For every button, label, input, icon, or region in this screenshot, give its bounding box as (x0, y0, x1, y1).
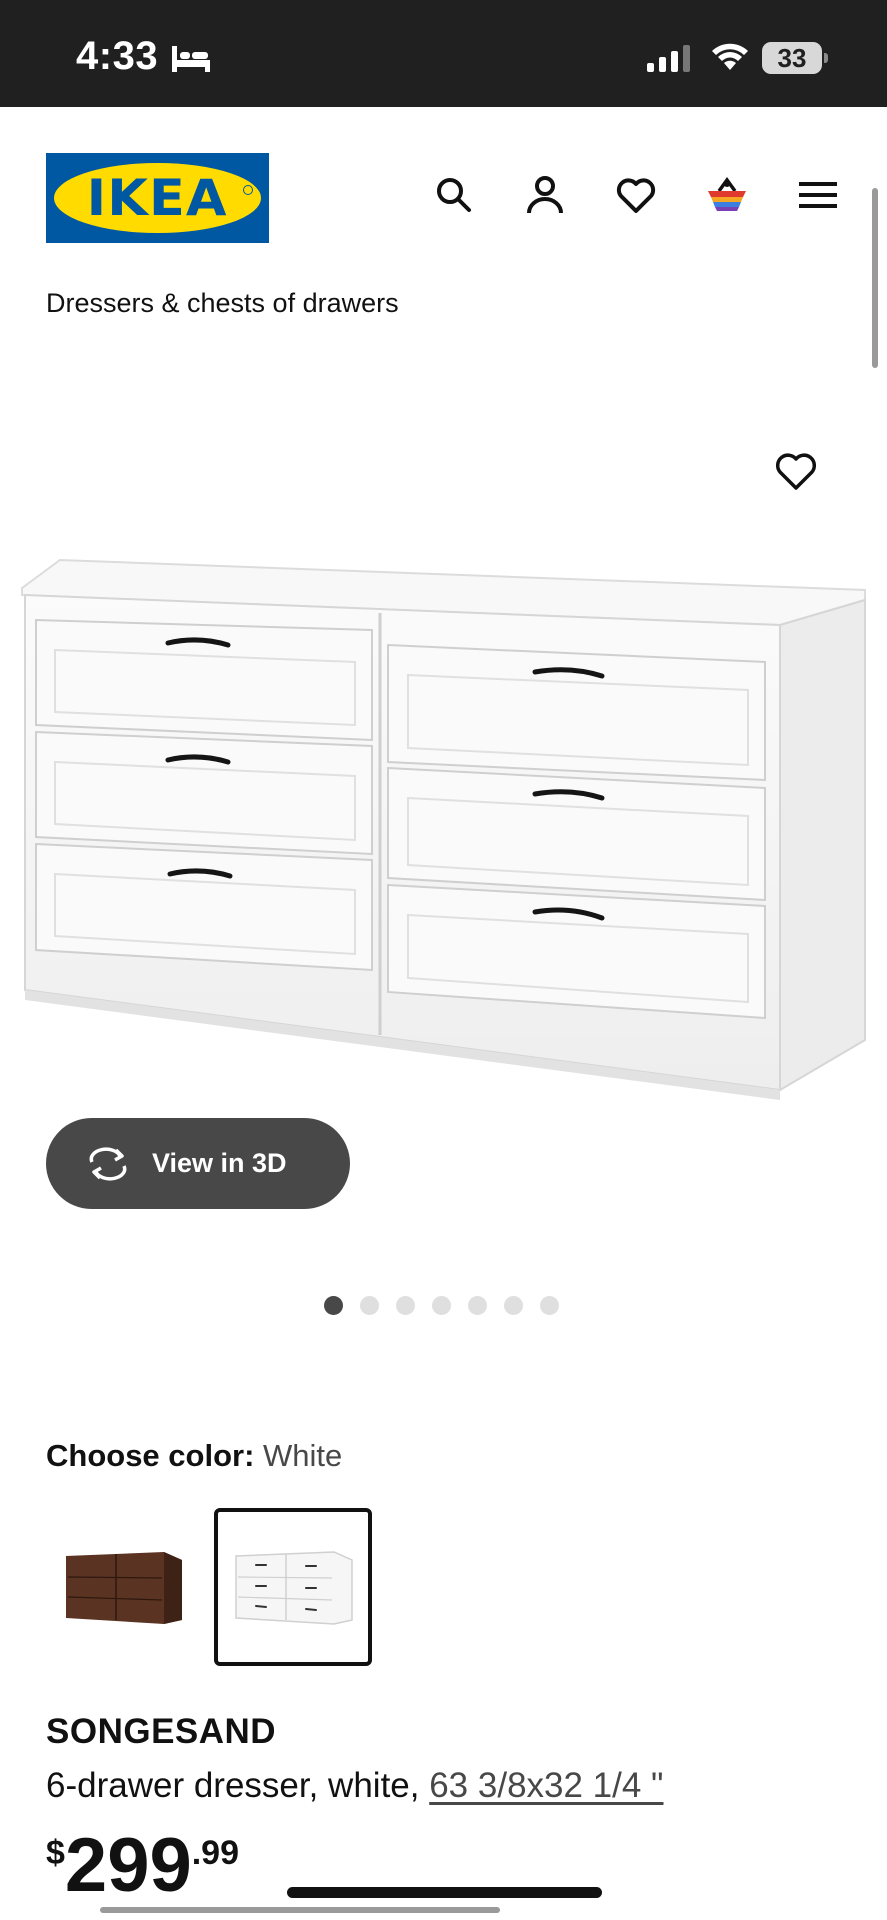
gallery-dot[interactable] (324, 1296, 343, 1315)
price-decimal: .99 (191, 1834, 239, 1872)
choose-color-label: Choose color: White (46, 1438, 342, 1474)
white-dresser-thumbnail (235, 1551, 353, 1625)
product-image[interactable] (10, 540, 880, 1120)
price-currency: $ (46, 1834, 65, 1872)
product-name[interactable]: SONGESAND (46, 1712, 276, 1752)
bed-icon (172, 46, 210, 72)
ikea-logo[interactable]: IKEA (46, 153, 269, 243)
color-swatch-white[interactable] (214, 1508, 372, 1666)
gallery-dot[interactable] (396, 1296, 415, 1315)
menu-icon[interactable] (796, 173, 840, 217)
color-swatch-brown[interactable] (54, 1508, 212, 1666)
cart-icon[interactable] (705, 173, 749, 217)
gallery-dot[interactable] (504, 1296, 523, 1315)
breadcrumb[interactable]: Dressers & chests of drawers (46, 288, 399, 319)
horizontal-scrollbar[interactable] (100, 1907, 500, 1913)
favourites-icon[interactable] (614, 173, 658, 217)
product-description-text: 6-drawer dresser, white, (46, 1766, 420, 1805)
search-icon[interactable] (432, 173, 476, 217)
favourite-product-icon[interactable] (772, 447, 820, 495)
registered-mark (243, 185, 253, 195)
gallery-dot[interactable] (468, 1296, 487, 1315)
wifi-icon (712, 43, 748, 70)
gallery-dot[interactable] (432, 1296, 451, 1315)
status-bar: 4:33 33 (0, 0, 887, 107)
view-in-3d-label: View in 3D (152, 1148, 287, 1178)
home-indicator[interactable] (287, 1887, 602, 1898)
logo-text: IKEA (87, 169, 228, 227)
vertical-scrollbar[interactable] (872, 188, 878, 368)
battery-tip (824, 53, 828, 63)
status-time: 4:33 (76, 34, 159, 78)
rotate-3d-icon (89, 1146, 127, 1181)
product-price: $299.99 (46, 1828, 239, 1904)
product-size-link[interactable]: 63 3/8x32 1/4 " (429, 1766, 663, 1805)
gallery-dot[interactable] (540, 1296, 559, 1315)
battery-indicator: 33 (762, 42, 822, 74)
brown-dresser-thumbnail (66, 1552, 182, 1624)
choose-color-heading: Choose color: (46, 1438, 255, 1473)
view-in-3d-button[interactable]: View in 3D (46, 1118, 350, 1209)
selected-color-value: White (263, 1438, 343, 1473)
price-integer: 299 (64, 1823, 192, 1908)
gallery-dot[interactable] (360, 1296, 379, 1315)
signal-icon (647, 45, 690, 72)
logo-oval: IKEA (54, 163, 261, 233)
account-icon[interactable] (523, 173, 567, 217)
gallery-pagination (324, 1296, 559, 1315)
product-description: 6-drawer dresser, white, 63 3/8x32 1/4 " (46, 1766, 664, 1806)
